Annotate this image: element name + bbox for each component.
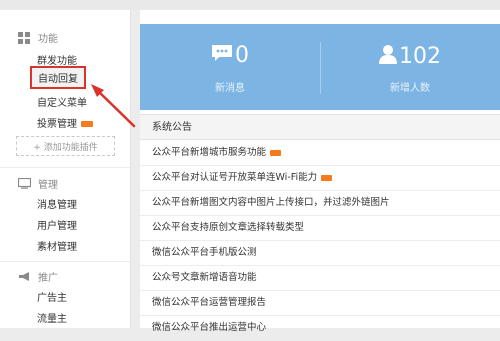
annotation-arrow: [91, 84, 136, 128]
